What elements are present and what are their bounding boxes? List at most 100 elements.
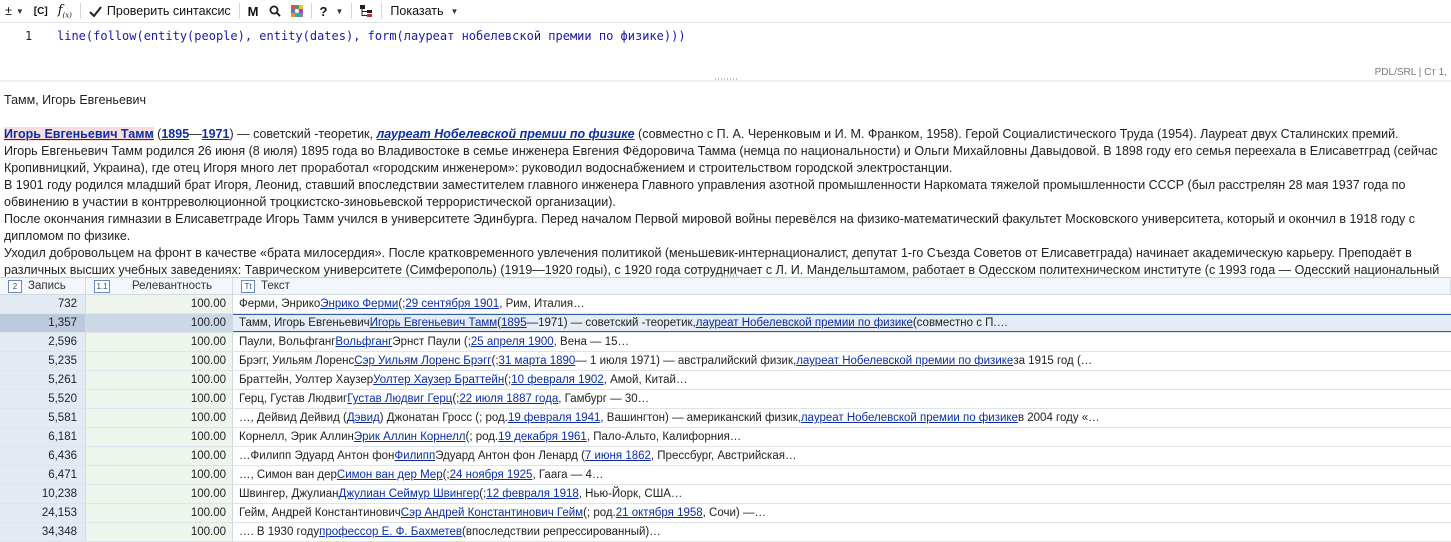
- concept-button[interactable]: [C]: [29, 0, 53, 22]
- document-body: Игорь Евгеньевич Тамм (1895—1971) — сове…: [4, 126, 1444, 277]
- cell-relevance: 100.00: [86, 428, 233, 446]
- form-link[interactable]: лауреат Нобелевской премии по физике: [696, 317, 913, 329]
- table-row[interactable]: 5,261 100.00 Браттейн, Уолтер Хаузер Уолте…: [0, 371, 1451, 390]
- chevron-down-icon: ▼: [15, 6, 24, 16]
- tree-button[interactable]: [355, 0, 378, 22]
- plus-minus-button[interactable]: ± ▼: [0, 0, 29, 22]
- entity-link[interactable]: Филипп: [394, 450, 435, 462]
- cell-record: 5,235: [0, 352, 86, 370]
- cell-relevance: 100.00: [86, 352, 233, 370]
- cell-record: 6,436: [0, 447, 86, 465]
- cell-relevance: 100.00: [86, 333, 233, 351]
- editor-mode-status: PDL/SRL | Ст 1,: [1374, 67, 1447, 78]
- search-button[interactable]: [264, 0, 286, 22]
- query-code[interactable]: line(follow(entity(people), entity(dates…: [57, 29, 686, 43]
- table-row[interactable]: 6,471 100.00 …, Симон ван дер Симон ван де…: [0, 466, 1451, 485]
- entity-link[interactable]: Дэвид: [347, 412, 380, 424]
- cell-relevance: 100.00: [86, 466, 233, 484]
- toolbar-divider: [381, 3, 383, 19]
- cell-text: Ферми, Энрико Энрико Ферми (; 29 сентябр…: [239, 298, 585, 310]
- person-link[interactable]: Игорь Евгеньевич Тамм: [4, 127, 154, 141]
- date-link[interactable]: 31 марта 1890: [499, 355, 576, 367]
- entity-link[interactable]: Симон ван дер Мер: [337, 469, 443, 481]
- cell-record: 5,520: [0, 390, 86, 408]
- table-row[interactable]: 6,181 100.00 Корнелл, Эрик Аллин Эрик Алли…: [0, 428, 1451, 447]
- entity-link[interactable]: Энрико Ферми: [320, 298, 398, 310]
- paragraph: После окончания гимназии в Елисаветграде…: [4, 212, 1415, 243]
- entity-link[interactable]: профессор Е. Ф. Бахметев: [319, 526, 462, 538]
- m-button[interactable]: M: [243, 0, 264, 22]
- column-header-record[interactable]: 2 Запись: [0, 278, 86, 294]
- date-link[interactable]: 12 февраля 1918: [486, 488, 578, 500]
- entity-link[interactable]: Вольфганг: [335, 336, 392, 348]
- date-link[interactable]: 1895: [161, 127, 189, 141]
- check-syntax-button[interactable]: Проверить синтаксис: [84, 0, 236, 22]
- table-row[interactable]: 732 100.00 Ферми, Энрико Энрико Ферми (; 2…: [0, 295, 1451, 314]
- cell-record: 5,261: [0, 371, 86, 389]
- date-link[interactable]: 29 сентября 1901: [405, 298, 499, 310]
- table-row[interactable]: 1,357 100.00 Тамм, Игорь Евгеньевич Игорь …: [0, 314, 1451, 333]
- cell-text: …, Дейвид Дейвид (Дэвид) Джонатан Гросс …: [239, 412, 1100, 424]
- table-row[interactable]: 5,235 100.00 Брэгг, Уильям Лоренс Сэр Уиль…: [0, 352, 1451, 371]
- date-link[interactable]: 25 апреля 1900: [471, 336, 554, 348]
- entity-link[interactable]: Густав Людвиг Герц: [347, 393, 452, 405]
- document-preview: Тамм, Игорь Евгеньевич Игорь Евгеньевич …: [0, 82, 1451, 277]
- form-link[interactable]: лауреат Нобелевской премии по физике: [376, 127, 634, 141]
- paragraph: Игорь Евгеньевич Тамм родился 26 июня (8…: [4, 144, 1438, 175]
- function-button[interactable]: f(x): [53, 0, 77, 22]
- help-icon: ?: [319, 3, 328, 19]
- entity-link[interactable]: Сэр Андрей Константинович Гейм: [401, 507, 583, 519]
- toolbar-divider: [238, 3, 240, 19]
- column-header-relevance[interactable]: 1.1 Релевантность: [86, 278, 233, 294]
- form-link[interactable]: лауреат Нобелевской премии по физике: [801, 412, 1018, 424]
- date-link[interactable]: 19 декабря 1961: [498, 431, 587, 443]
- cell-record: 24,153: [0, 504, 86, 522]
- date-link[interactable]: 10 февраля 1902: [511, 374, 603, 386]
- date-link[interactable]: 1971: [202, 127, 230, 141]
- table-row[interactable]: 10,238 100.00 Швингер, Джулиан Джулиан Сей…: [0, 485, 1451, 504]
- table-row[interactable]: 2,596 100.00 Паули, Вольфганг Вольфганг Эр…: [0, 333, 1451, 352]
- cell-relevance: 100.00: [86, 485, 233, 503]
- date-link[interactable]: 19 февраля 1941: [508, 412, 600, 424]
- show-menu-button[interactable]: Показать ▼: [385, 0, 463, 22]
- table-row[interactable]: 24,153 100.00 Гейм, Андрей Константинович …: [0, 504, 1451, 523]
- cell-record: 6,471: [0, 466, 86, 484]
- help-button[interactable]: ? ▼: [315, 0, 349, 22]
- color-grid-button[interactable]: [286, 0, 308, 22]
- table-row[interactable]: 6,436 100.00 …Филипп Эдуард Антон фон Фили…: [0, 447, 1451, 466]
- entity-link[interactable]: Уолтер Хаузер Браттейн: [373, 374, 504, 386]
- decimal-type-icon: 1.1: [94, 279, 110, 293]
- date-link[interactable]: 1895: [501, 317, 527, 329]
- cell-text: …. В 1930 году профессор Е. Ф. Бахметев …: [239, 526, 661, 538]
- date-link[interactable]: 22 июля 1887 года: [459, 393, 558, 405]
- show-menu-label: Показать: [390, 4, 444, 18]
- function-icon: f(x): [57, 2, 72, 20]
- cell-relevance: 100.00: [86, 371, 233, 389]
- entity-link[interactable]: Джулиан Сеймур Швингер: [339, 488, 480, 500]
- date-link[interactable]: 24 ноября 1925: [450, 469, 533, 481]
- cell-record: 1,357: [0, 314, 86, 332]
- toolbar-divider: [310, 3, 312, 19]
- search-icon: [269, 5, 281, 17]
- cell-text: Тамм, Игорь Евгеньевич Игорь Евгеньевич …: [233, 314, 1451, 332]
- entity-link[interactable]: Сэр Уильям Лоренс Брэгг: [354, 355, 491, 367]
- text-type-icon: Tt: [241, 279, 255, 293]
- table-row[interactable]: 5,581 100.00 …, Дейвид Дейвид (Дэвид) Джон…: [0, 409, 1451, 428]
- entity-link[interactable]: Игорь Евгеньевич Тамм: [370, 317, 497, 329]
- results-grid: 2 Запись 1.1 Релевантность Tt Текст 732 100.…: [0, 277, 1451, 542]
- date-link[interactable]: 7 июня 1862: [585, 450, 651, 462]
- chevron-down-icon: ▼: [335, 6, 344, 16]
- table-row[interactable]: 34,348 100.00 …. В 1930 году профессор Е. …: [0, 523, 1451, 542]
- cell-record: 6,181: [0, 428, 86, 446]
- query-editor[interactable]: 1 line(follow(entity(people), entity(dat…: [0, 23, 1451, 81]
- concept-icon: [C]: [33, 5, 48, 17]
- paragraph: В 1901 году родился младший брат Игоря, …: [4, 178, 1406, 209]
- date-link[interactable]: 21 октября 1958: [616, 507, 703, 519]
- grid-body: 732 100.00 Ферми, Энрико Энрико Ферми (; 2…: [0, 295, 1451, 542]
- table-row[interactable]: 5,520 100.00 Герц, Густав Людвиг Густав Лю…: [0, 390, 1451, 409]
- column-header-text[interactable]: Tt Текст: [233, 278, 1451, 294]
- cell-text: Брэгг, Уильям Лоренс Сэр Уильям Лоренс Б…: [239, 355, 1093, 367]
- cell-text: Корнелл, Эрик Аллин Эрик Аллин Корнелл (…: [239, 431, 742, 443]
- form-link[interactable]: лауреат Нобелевской премии по физике: [796, 355, 1013, 367]
- entity-link[interactable]: Эрик Аллин Корнелл: [354, 431, 466, 443]
